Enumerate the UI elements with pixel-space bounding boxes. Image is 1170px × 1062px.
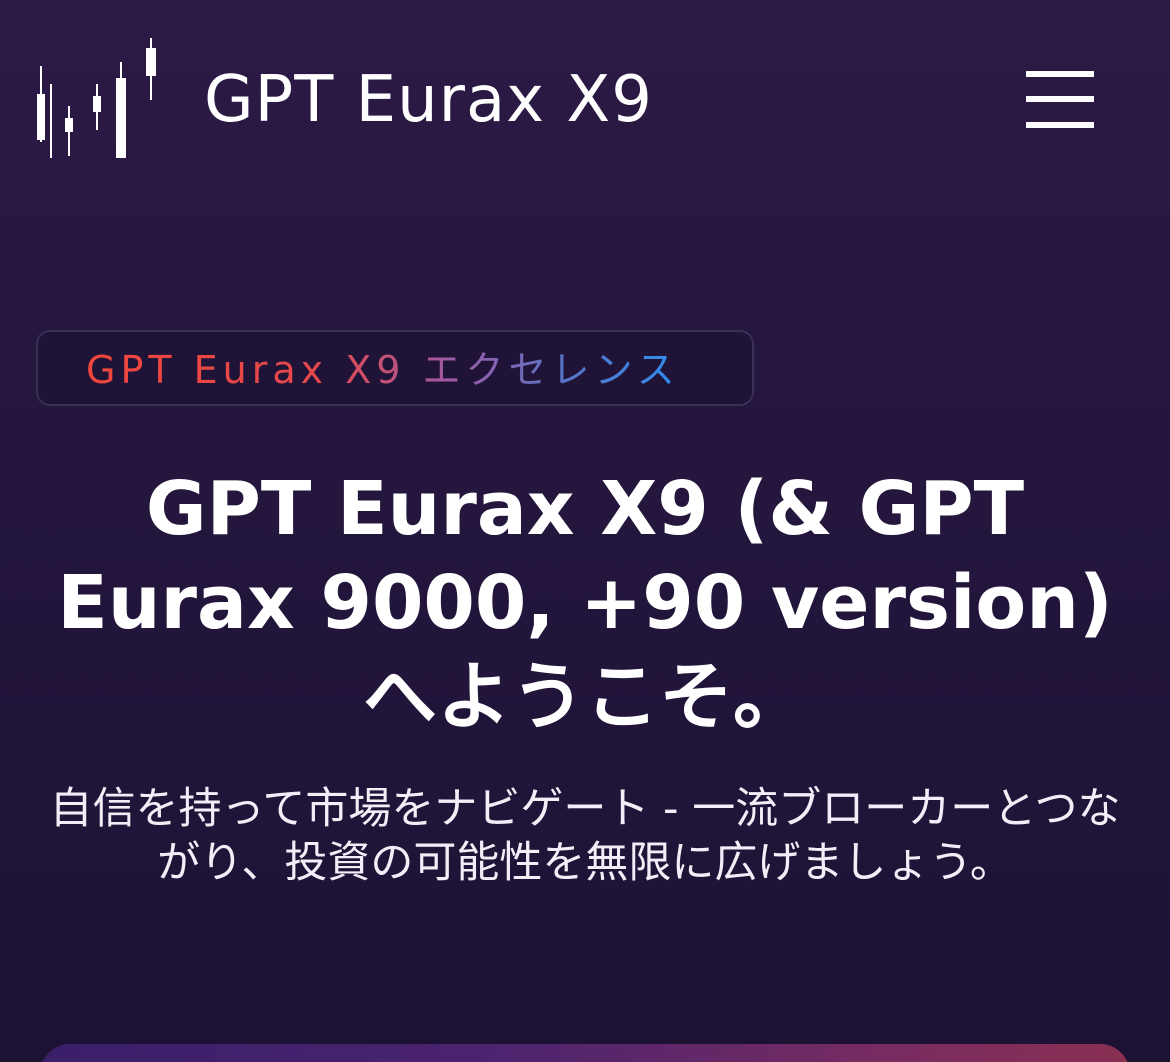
menu-line	[1026, 71, 1094, 77]
candlestick-chart-icon[interactable]	[34, 36, 162, 162]
hero-badge: GPT Eurax X9 エクセレンス	[36, 330, 754, 406]
menu-line	[1026, 96, 1094, 102]
hamburger-menu-icon[interactable]	[1020, 68, 1100, 134]
hero-title: GPT Eurax X9 (& GPT Eurax 9000, +90 vers…	[57, 466, 1113, 740]
cta-button[interactable]	[40, 1044, 1130, 1062]
menu-line	[1026, 122, 1094, 128]
brand-name[interactable]: GPT Eurax X9	[204, 62, 653, 138]
hero-subtitle: 自信を持って市場をナビゲート - 一流ブローカーとつながり、投資の可能性を無限に…	[49, 784, 1121, 888]
hero-badge-text: GPT Eurax X9 エクセレンス	[86, 348, 680, 392]
site-header: GPT Eurax X9	[0, 0, 1170, 200]
